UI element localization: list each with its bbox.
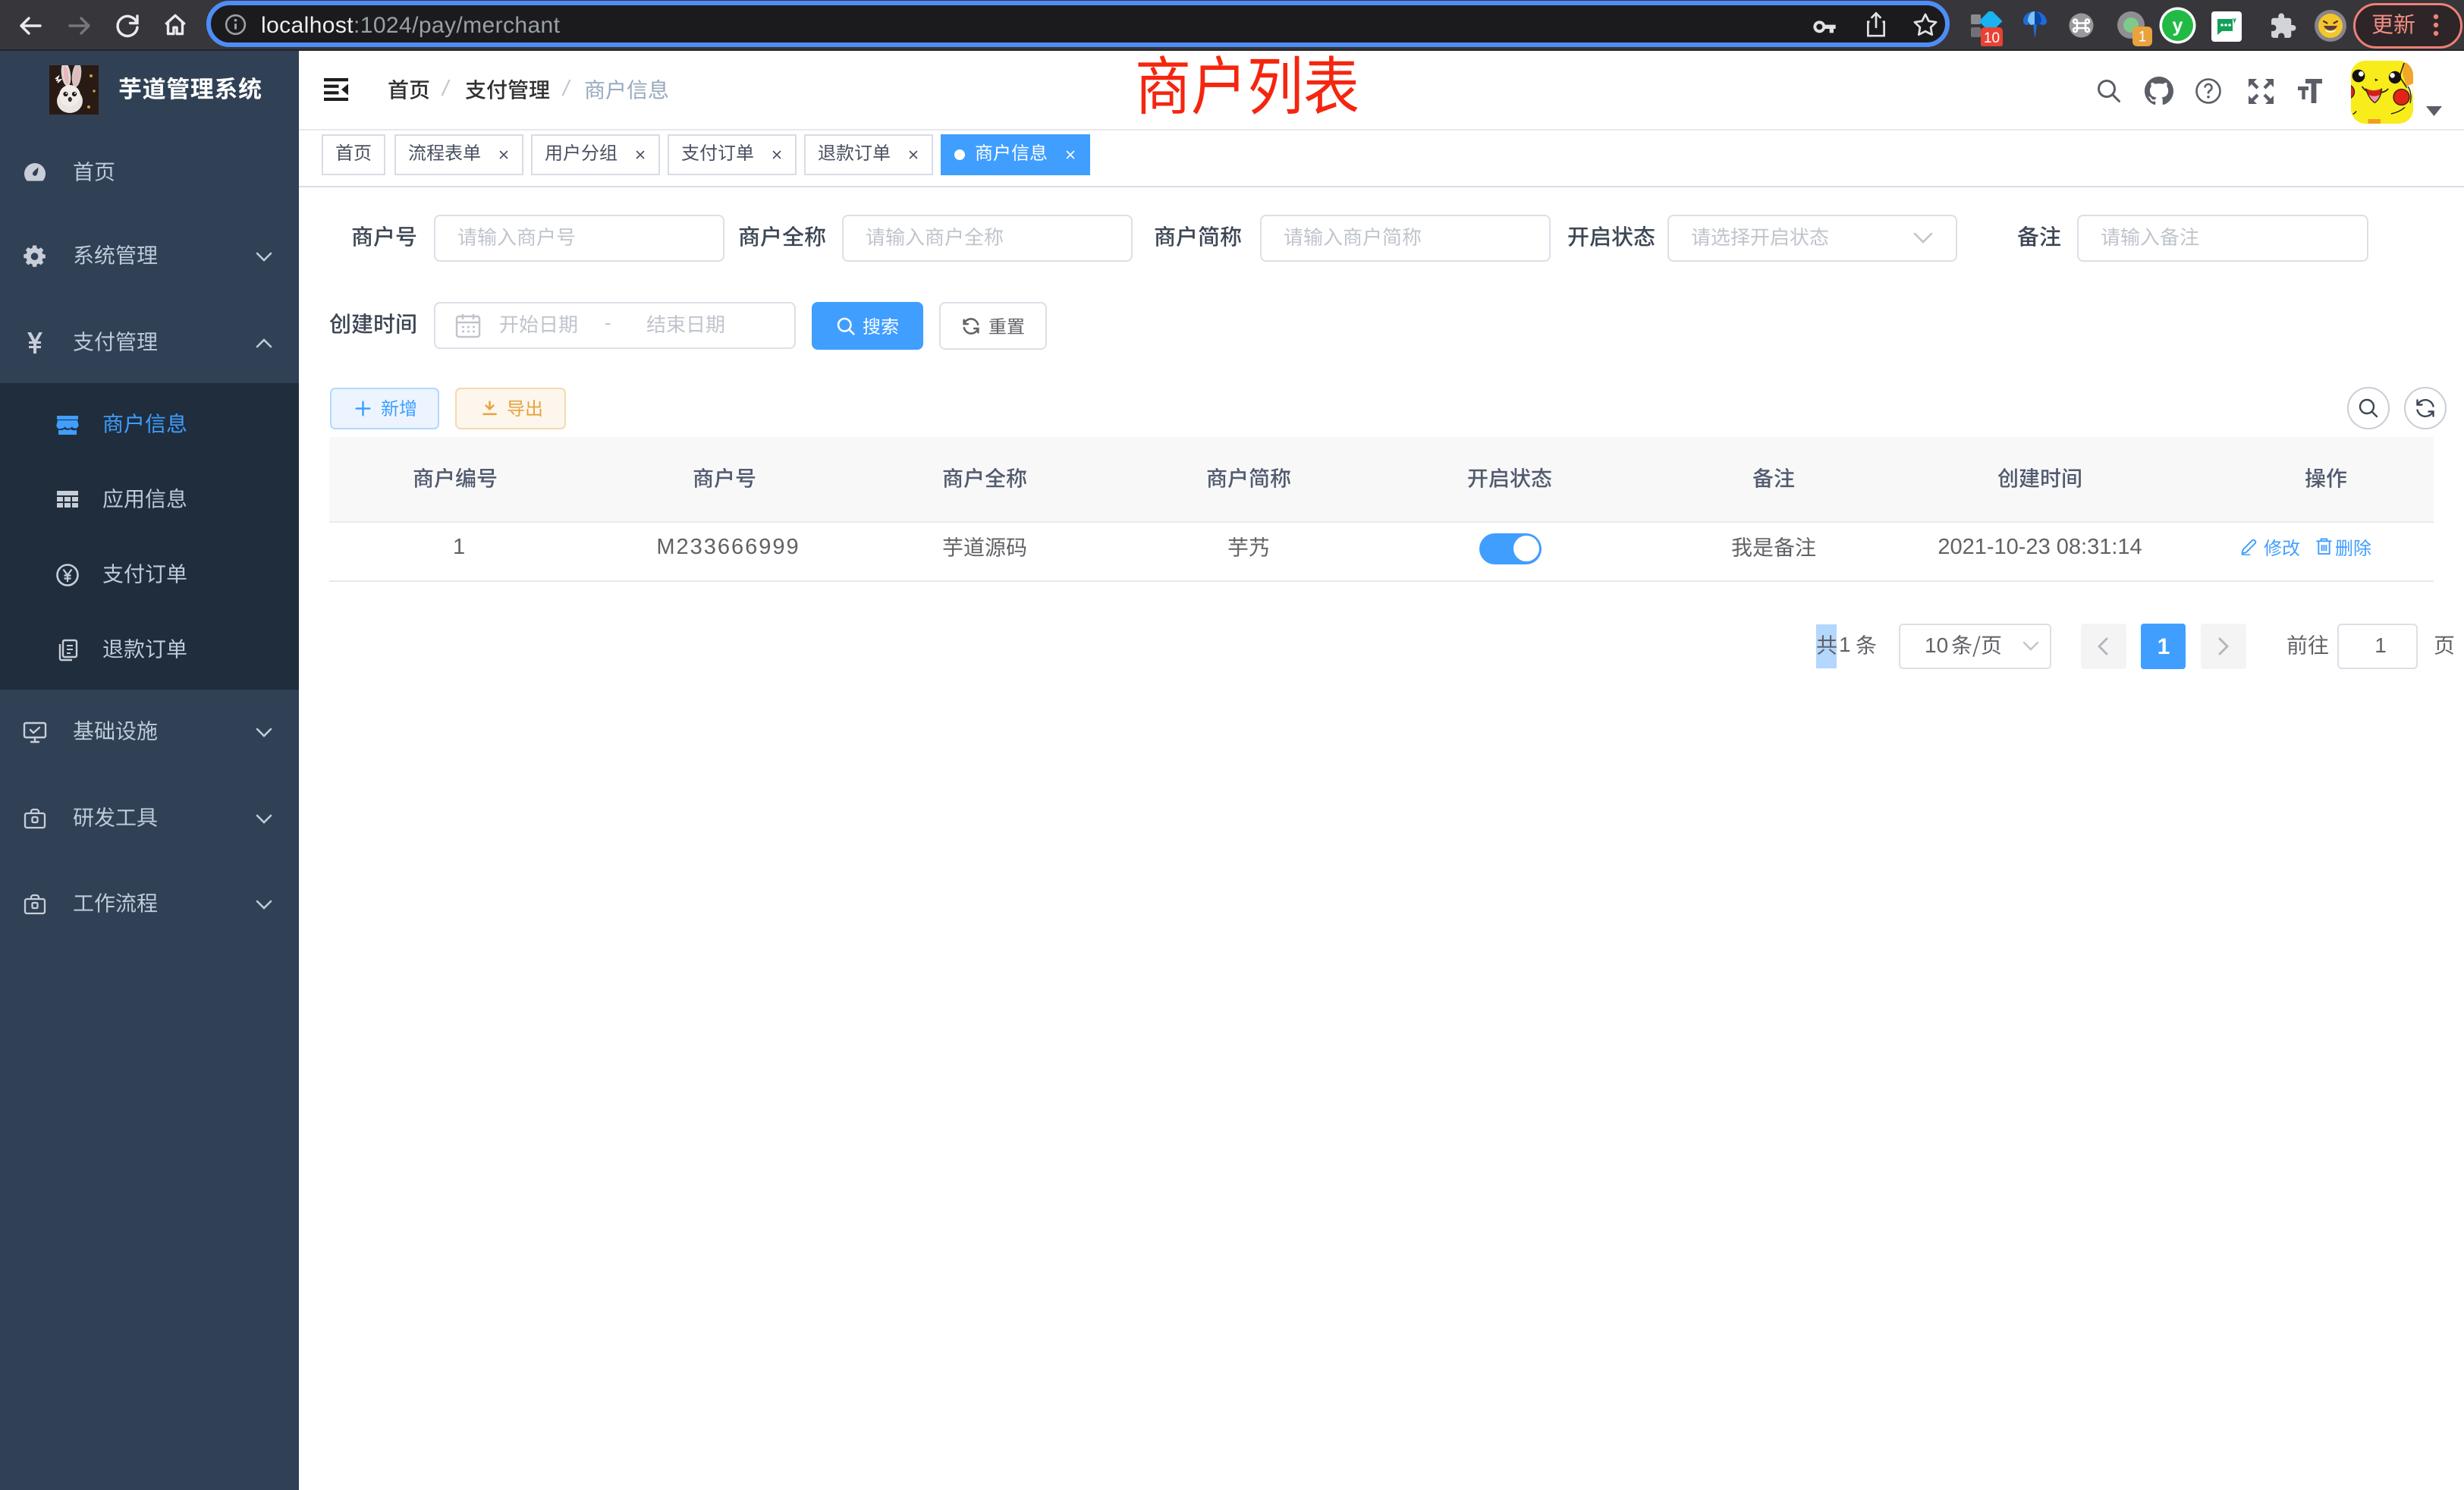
svg-text:10: 10: [1984, 30, 2000, 46]
svg-text:y: y: [2173, 15, 2183, 36]
svg-text:1: 1: [2139, 30, 2147, 46]
